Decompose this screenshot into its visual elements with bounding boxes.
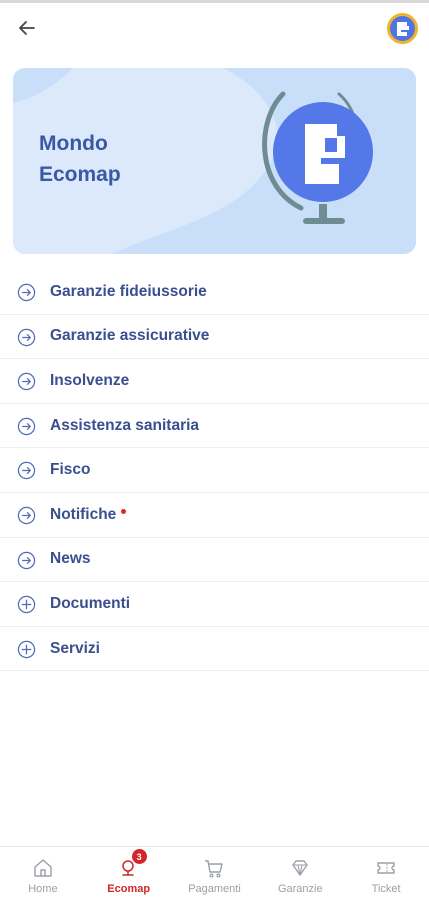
menu-item-garanzie-fideiussorie[interactable]: Garanzie fideiussorie <box>0 270 429 315</box>
menu-item-fisco[interactable]: Fisco <box>0 448 429 493</box>
ecomap-logo-icon <box>390 16 415 41</box>
menu-item-label: Servizi <box>50 639 100 657</box>
nav-item-ticket[interactable]: Ticket <box>343 847 429 900</box>
nav-label: Garanzie <box>277 883 323 895</box>
menu-item-label: Documenti <box>50 594 131 612</box>
nav-label: Ticket <box>371 883 401 895</box>
arrow-right-circle-icon <box>17 372 36 391</box>
arrow-right-circle-icon <box>17 328 36 346</box>
nav-item-pagamenti[interactable]: Pagamenti <box>172 847 258 900</box>
globe-ecomap-logo <box>262 91 373 224</box>
banner-title: Mondo Ecomap <box>39 132 121 186</box>
cart-icon <box>205 860 224 878</box>
menu-item-news[interactable]: News <box>0 538 429 583</box>
notification-badge: 3 <box>131 849 147 864</box>
menu-item-label: Assistenza sanitaria <box>50 416 200 434</box>
menu-item-notifiche[interactable]: Notifiche <box>0 493 429 538</box>
nav-item-home[interactable]: Home <box>0 847 86 900</box>
back-button[interactable] <box>14 15 40 41</box>
arrow-right-circle-icon <box>17 417 36 435</box>
menu-item-assistenza-sanitaria[interactable]: Assistenza sanitaria <box>0 404 429 449</box>
nav-item-ecomap[interactable]: 3 Ecomap <box>86 847 172 900</box>
top-bar <box>0 3 429 55</box>
diamond-icon <box>292 860 308 876</box>
menu-item-label: Fisco <box>50 461 91 479</box>
menu-item-label: News <box>50 550 91 568</box>
arrow-right-circle-icon <box>17 283 36 302</box>
menu-item-label: Garanzie assicurative <box>50 327 210 345</box>
ticket-icon <box>377 862 395 874</box>
nav-label: Home <box>28 883 58 895</box>
menu-item-label-wrap: Notifiche <box>50 505 127 524</box>
plus-circle-icon <box>17 640 36 658</box>
nav-label: Ecomap <box>107 883 151 895</box>
menu-item-insolvenze[interactable]: Insolvenze <box>0 359 429 404</box>
nav-label: Pagamenti <box>188 883 241 895</box>
nav-item-garanzie[interactable]: Garanzie <box>257 847 343 900</box>
arrow-right-circle-icon <box>17 462 36 480</box>
profile-avatar[interactable] <box>387 13 418 44</box>
menu-item-documenti[interactable]: Documenti <box>0 582 429 627</box>
arrow-right-circle-icon <box>17 551 36 569</box>
plus-circle-icon <box>17 595 36 614</box>
arrow-right-circle-icon <box>17 506 36 525</box>
menu-item-label: Notifiche <box>50 505 117 523</box>
menu-item-servizi[interactable]: Servizi <box>0 627 429 672</box>
arrow-left-icon <box>19 21 35 35</box>
menu-item-label: Garanzie fideiussorie <box>50 282 207 300</box>
home-icon <box>34 859 52 877</box>
bottom-nav: Home 3 Ecomap Pagamenti Garanzie Ticket <box>0 846 429 900</box>
mondo-ecomap-banner[interactable]: Mondo Ecomap <box>13 68 416 254</box>
menu-item-garanzie-assicurative[interactable]: Garanzie assicurative <box>0 315 429 360</box>
mondo-ecomap-menu: Garanzie fideiussorie Garanzie assicurat… <box>0 270 429 672</box>
menu-item-label: Insolvenze <box>50 371 130 389</box>
notification-dot <box>121 508 127 514</box>
